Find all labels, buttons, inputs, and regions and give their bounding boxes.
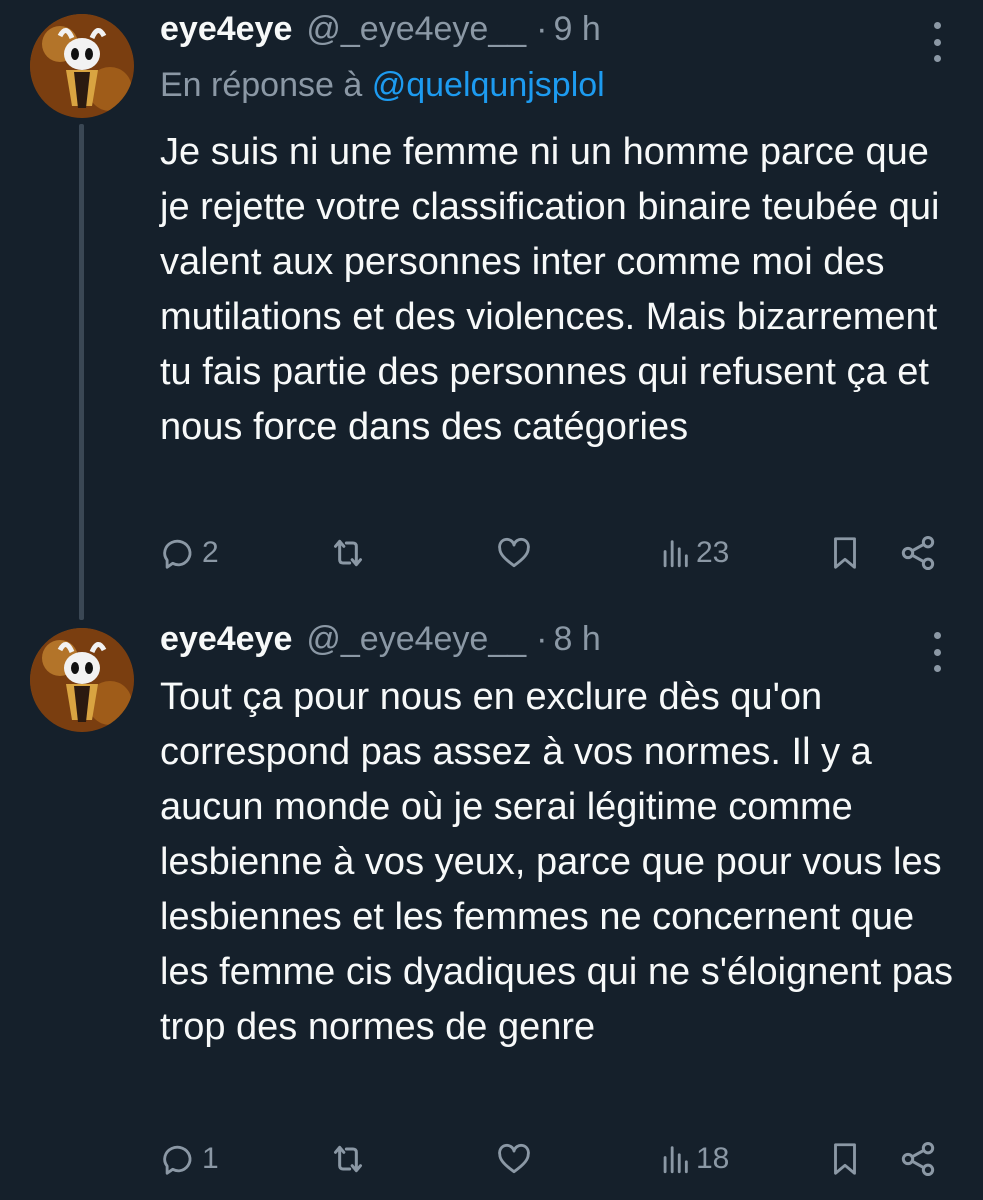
share-icon (901, 1142, 935, 1176)
like-icon (498, 537, 530, 568)
separator: · (536, 10, 548, 48)
timestamp[interactable]: 8 h (554, 620, 601, 659)
author-handle[interactable]: @_eye4eye__ (306, 10, 526, 49)
thread-line (79, 124, 84, 620)
tweet-header: eye4eye @_eye4eye__ · 8 h (160, 620, 943, 666)
views-icon (663, 540, 688, 568)
tweet-text: Tout ça pour nous en exclure dès qu'on c… (160, 676, 954, 1048)
views-button[interactable]: 18 (658, 1134, 729, 1184)
tweet-1[interactable]: eye4eye @_eye4eye__ · 9 h En réponse à @… (0, 0, 983, 620)
tweet-header: eye4eye @_eye4eye__ · 9 h (160, 10, 943, 56)
retweet-icon (334, 539, 362, 567)
reply-context: En réponse à @quelqunjsplol (160, 66, 605, 105)
bookmark-icon (834, 1143, 856, 1175)
bookmark-icon (834, 537, 856, 569)
reply-mention-link[interactable]: @quelqunjsplol (372, 66, 605, 104)
bookmark-button[interactable] (826, 1134, 864, 1184)
more-icon[interactable] (933, 632, 941, 672)
retweet-button[interactable] (328, 528, 368, 578)
share-icon (901, 536, 935, 570)
views-button[interactable]: 23 (658, 528, 729, 578)
share-button[interactable] (898, 1134, 938, 1184)
reply-icon (163, 539, 192, 569)
bookmark-button[interactable] (826, 528, 864, 578)
separator: · (536, 620, 548, 658)
retweet-icon (334, 1145, 362, 1173)
views-count: 18 (696, 1142, 730, 1175)
retweet-button[interactable] (328, 1134, 368, 1184)
timestamp[interactable]: 9 h (554, 10, 601, 49)
like-button[interactable] (495, 528, 533, 578)
author-name[interactable]: eye4eye (160, 620, 292, 659)
share-button[interactable] (898, 528, 938, 578)
avatar[interactable] (30, 628, 134, 732)
views-count: 23 (696, 536, 730, 569)
author-handle[interactable]: @_eye4eye__ (306, 620, 526, 659)
more-icon[interactable] (933, 22, 941, 62)
reply-button[interactable]: 2 (160, 528, 219, 578)
reply-icon (163, 1145, 192, 1175)
like-button[interactable] (495, 1134, 533, 1184)
reply-prefix: En réponse à (160, 66, 363, 104)
tweet-text: Je suis ni une femme ni un homme parce q… (160, 131, 940, 448)
like-icon (498, 1143, 530, 1174)
reply-count: 2 (202, 536, 219, 569)
views-icon (663, 1146, 688, 1174)
action-bar: 2 23 (160, 528, 943, 578)
avatar[interactable] (30, 14, 134, 118)
reply-button[interactable]: 1 (160, 1134, 219, 1184)
tweet-2[interactable]: eye4eye @_eye4eye__ · 8 h Tout ça pour n… (0, 610, 983, 1200)
action-bar: 1 18 (160, 1134, 943, 1184)
reply-count: 1 (202, 1142, 219, 1175)
author-name[interactable]: eye4eye (160, 10, 292, 49)
